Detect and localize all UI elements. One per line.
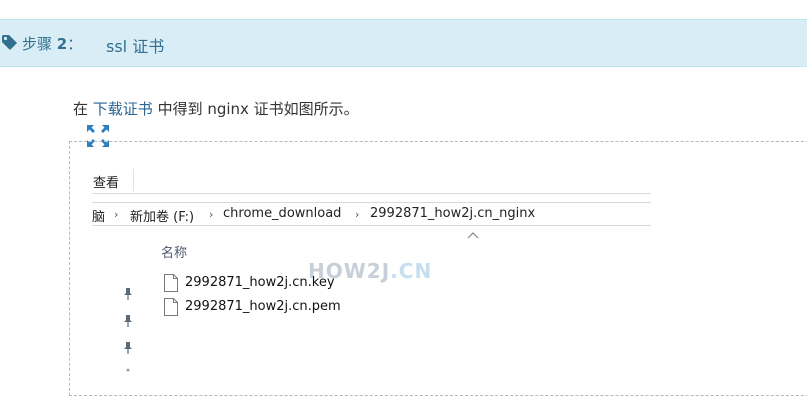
pin-icon[interactable] [122,314,134,328]
intro-before: 在 [73,100,93,118]
pin-icon[interactable] [122,341,134,355]
file-icon [164,274,178,292]
sort-up-icon [467,232,479,239]
explorer-screenshot: 查看 脑 › 新加卷 (F:) › chrome_download › 2992… [92,165,651,373]
breadcrumb-separator: › [355,208,360,221]
step-prefix-text: 步骤 [22,35,53,53]
breadcrumb-item[interactable]: 2992871_how2j.cn_nginx [370,206,535,221]
download-cert-link[interactable]: 下载证书 [93,100,153,118]
file-icon [164,298,178,316]
breadcrumb-separator: › [209,208,214,221]
step-label: 步骤 2： [22,33,82,54]
address-bar[interactable]: 脑 › 新加卷 (F:) › chrome_download › 2992871… [92,202,651,226]
menu-view[interactable]: 查看 [93,172,119,191]
menu-divider [133,169,134,191]
file-name: 2992871_how2j.cn.key [185,275,335,290]
breadcrumb-item[interactable]: 新加卷 (F:) [130,206,194,225]
breadcrumb-item[interactable]: 脑 [92,206,105,225]
step-title: ssl 证书 [106,37,165,56]
breadcrumb-separator: › [114,208,119,221]
intro-text: 在 下载证书 中得到 nginx 证书如图所示。 [73,98,359,119]
breadcrumb-item[interactable]: chrome_download [223,206,341,221]
step-number: 2 [56,35,68,53]
step-header: 步骤 2： ssl 证书 [0,19,807,67]
pin-icon[interactable] [122,287,134,301]
watermark-suffix: .CN [390,259,433,283]
intro-after: 中得到 nginx 证书如图所示。 [152,100,359,118]
file-name: 2992871_how2j.cn.pem [185,299,341,314]
tag-icon [2,35,17,50]
step-colon: ： [67,35,83,53]
column-header-name[interactable]: 名称 [161,242,187,261]
ribbon-divider [92,193,651,194]
pin-icon [126,368,130,371]
